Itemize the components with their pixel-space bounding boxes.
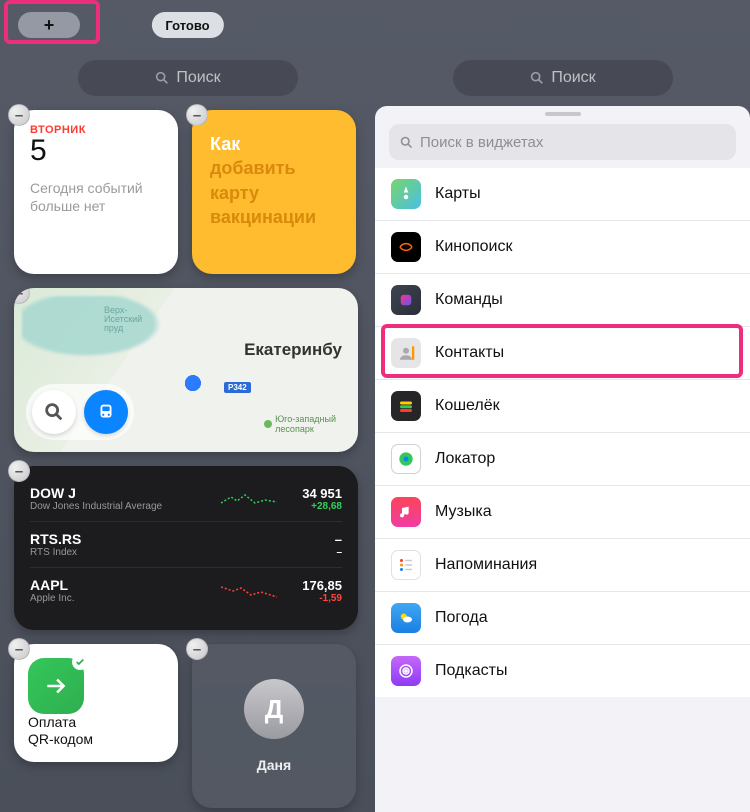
- search-icon: [154, 70, 170, 86]
- avatar: Д: [244, 679, 304, 739]
- search-field-left[interactable]: Поиск: [78, 60, 298, 96]
- map-city-label: Екатеринбу: [244, 340, 342, 360]
- wallet-app-icon: [391, 391, 421, 421]
- remove-widget-button[interactable]: –: [14, 288, 30, 304]
- app-row-reminders[interactable]: Напоминания: [375, 539, 750, 592]
- sheet-search-field[interactable]: Поиск в виджетах: [389, 124, 736, 160]
- podcasts-app-icon: [391, 656, 421, 686]
- app-row-kinopoisk[interactable]: Кинопоиск: [375, 221, 750, 274]
- contact-name: Даня: [257, 757, 291, 773]
- maps-search-button[interactable]: [32, 390, 76, 434]
- done-button[interactable]: Готово: [151, 12, 223, 38]
- stock-row: DOW JDow Jones Industrial Average 34 951…: [30, 476, 342, 522]
- map-lake-label: Верх- Исетский пруд: [104, 306, 142, 333]
- notes-widget[interactable]: – Как добавить карту вакцинации: [192, 110, 356, 274]
- maps-buttons: [26, 384, 134, 440]
- contacts-app-icon: [391, 338, 421, 368]
- app-list: Карты Кинопоиск Команды Контакты: [375, 168, 750, 697]
- calendar-day: 5: [30, 134, 162, 168]
- kinopoisk-app-icon: [391, 232, 421, 262]
- qr-pay-widget[interactable]: – ОплатаQR-кодом: [14, 644, 178, 762]
- map-park-label: Юго-западный лесопарк: [264, 414, 336, 434]
- music-app-icon: [391, 497, 421, 527]
- calendar-widget[interactable]: – ВТОРНИК 5 Сегодня событий больше нет: [14, 110, 178, 274]
- check-badge-icon: [72, 654, 88, 670]
- widget-gallery-pane: Поиск Поиск в виджетах Карты Кинопоиск: [375, 0, 750, 812]
- app-row-contacts[interactable]: Контакты: [375, 327, 750, 380]
- stock-row: AAPLApple Inc. 176,85-1,59: [30, 568, 342, 613]
- widgets-area: – ВТОРНИК 5 Сегодня событий больше нет –…: [14, 110, 361, 812]
- sparkline-icon: [221, 583, 277, 599]
- maps-app-icon: [391, 179, 421, 209]
- maps-transit-button[interactable]: [84, 390, 128, 434]
- remove-widget-button[interactable]: –: [8, 638, 30, 660]
- stock-row: RTS.RSRTS Index ––: [30, 522, 342, 568]
- app-row-findmy[interactable]: Локатор: [375, 433, 750, 486]
- search-icon: [399, 135, 414, 150]
- transit-icon: [95, 401, 117, 423]
- remove-widget-button[interactable]: –: [186, 638, 208, 660]
- remove-widget-button[interactable]: –: [186, 104, 208, 126]
- shortcuts-app-icon: [391, 285, 421, 315]
- app-row-weather[interactable]: Погода: [375, 592, 750, 645]
- qr-tile-icon: [28, 658, 84, 714]
- today-view-pane: + Готово Поиск – ВТОРНИК 5 Сегодня событ…: [0, 0, 375, 812]
- app-row-wallet[interactable]: Кошелёк: [375, 380, 750, 433]
- sparkline-icon: [221, 491, 277, 507]
- app-row-podcasts[interactable]: Подкасты: [375, 645, 750, 697]
- search-field-right[interactable]: Поиск: [453, 60, 673, 96]
- app-row-shortcuts[interactable]: Команды: [375, 274, 750, 327]
- topbar: + Готово: [0, 0, 375, 50]
- map-road-label: Р342: [224, 382, 251, 393]
- qr-title: ОплатаQR-кодом: [28, 714, 164, 748]
- remove-widget-button[interactable]: –: [8, 104, 30, 126]
- app-row-maps[interactable]: Карты: [375, 168, 750, 221]
- search-icon: [529, 70, 545, 86]
- weather-app-icon: [391, 603, 421, 633]
- add-widget-button[interactable]: +: [18, 12, 80, 38]
- app-row-music[interactable]: Музыка: [375, 486, 750, 539]
- stocks-widget[interactable]: – DOW JDow Jones Industrial Average 34 9…: [14, 466, 358, 630]
- reminders-app-icon: [391, 550, 421, 580]
- findmy-app-icon: [391, 444, 421, 474]
- search-icon: [43, 401, 65, 423]
- contact-widget[interactable]: – Д Даня: [192, 644, 356, 808]
- widget-gallery-sheet: Поиск в виджетах Карты Кинопоиск Команды: [375, 106, 750, 812]
- remove-widget-button[interactable]: –: [8, 460, 30, 482]
- calendar-no-events: Сегодня событий больше нет: [30, 180, 162, 215]
- sheet-grabber[interactable]: [545, 112, 581, 116]
- plus-icon: +: [44, 15, 55, 36]
- maps-widget[interactable]: – Верх- Исетский пруд Екатеринбу Р342 Юг…: [14, 288, 358, 452]
